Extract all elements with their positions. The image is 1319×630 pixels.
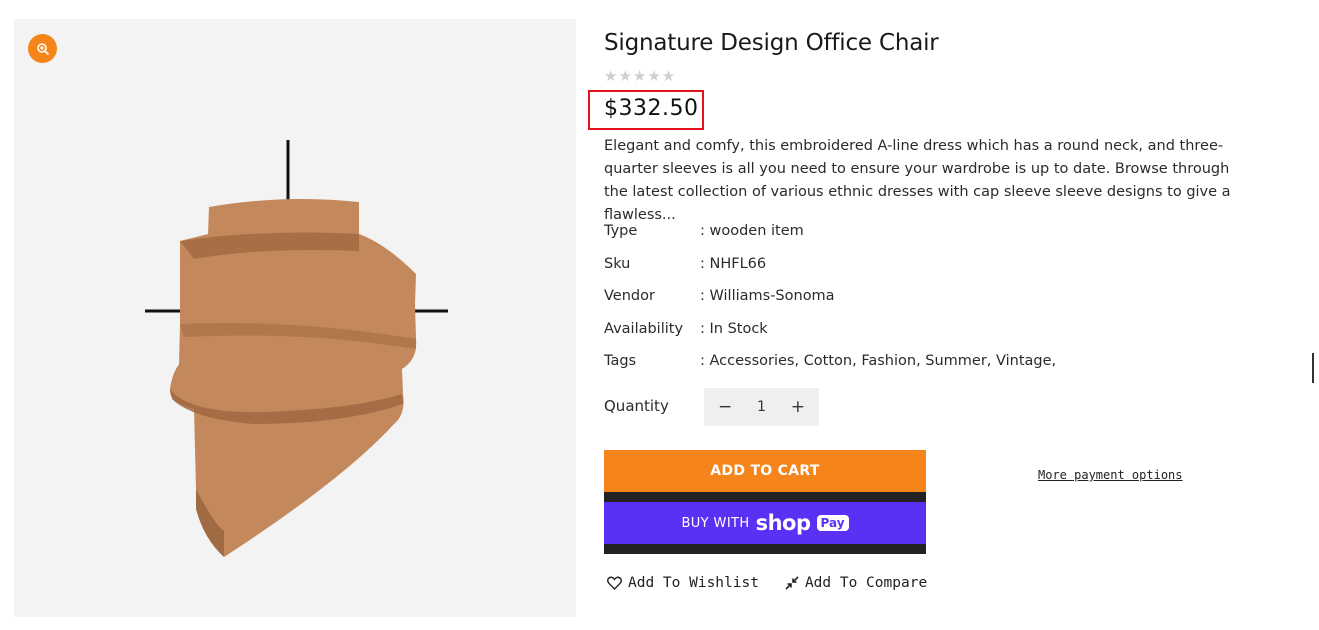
- shop-logo: shop: [755, 511, 811, 535]
- shop-pay-button[interactable]: BUY WITH shop Pay: [604, 502, 926, 544]
- quantity-input[interactable]: 1: [757, 399, 766, 415]
- add-to-cart-button[interactable]: ADD TO CART: [604, 450, 926, 494]
- shop-pay-container: BUY WITH shop Pay: [604, 492, 926, 554]
- product-actions: Add To Wishlist Add To Compare: [607, 575, 927, 591]
- detail-label: Type: [604, 223, 638, 239]
- detail-label: Vendor: [604, 288, 655, 304]
- product-gallery: [14, 19, 576, 617]
- detail-label: Sku: [604, 256, 631, 272]
- quantity-stepper: − 1 +: [704, 388, 819, 426]
- product-title: Signature Design Office Chair: [604, 30, 939, 56]
- detail-type: Type : wooden item: [604, 223, 804, 239]
- detail-tags: Tags : Accessories, Cotton, Fashion, Summ…: [604, 353, 1056, 369]
- product-price: $332.50: [604, 96, 699, 121]
- rating-stars[interactable]: ★★★★★: [604, 67, 676, 85]
- detail-availability: Availability : In Stock: [604, 321, 768, 337]
- product-description: Elegant and comfy, this embroidered A-li…: [604, 138, 1231, 223]
- buy-with-label: BUY WITH: [681, 515, 750, 531]
- detail-label: Availability: [604, 321, 684, 337]
- quantity-decrease-button[interactable]: −: [718, 397, 732, 417]
- heart-icon: [607, 576, 622, 590]
- more-payment-options-link[interactable]: More payment options: [1038, 468, 1183, 482]
- compare-icon: [785, 576, 799, 590]
- add-to-wishlist-link[interactable]: Add To Wishlist: [607, 575, 759, 591]
- detail-value: : wooden item: [700, 223, 804, 239]
- add-to-compare-link[interactable]: Add To Compare: [785, 575, 927, 591]
- product-image: [145, 140, 448, 557]
- quantity-increase-button[interactable]: +: [791, 397, 805, 417]
- detail-value: : NHFL66: [700, 256, 767, 272]
- detail-sku: Sku : NHFL66: [604, 256, 766, 272]
- pay-badge: Pay: [816, 515, 849, 531]
- detail-value: : In Stock: [700, 321, 768, 337]
- detail-value: : Williams-Sonoma: [700, 288, 835, 304]
- detail-label: Tags: [604, 353, 637, 369]
- quantity-label: Quantity: [604, 397, 669, 415]
- detail-value[interactable]: : Accessories, Cotton, Fashion, Summer, …: [700, 353, 1056, 369]
- compare-label: Add To Compare: [804, 575, 928, 591]
- wishlist-label: Add To Wishlist: [628, 575, 759, 591]
- scrollbar-thumb[interactable]: [1312, 353, 1314, 383]
- detail-vendor: Vendor : Williams-Sonoma: [604, 288, 835, 304]
